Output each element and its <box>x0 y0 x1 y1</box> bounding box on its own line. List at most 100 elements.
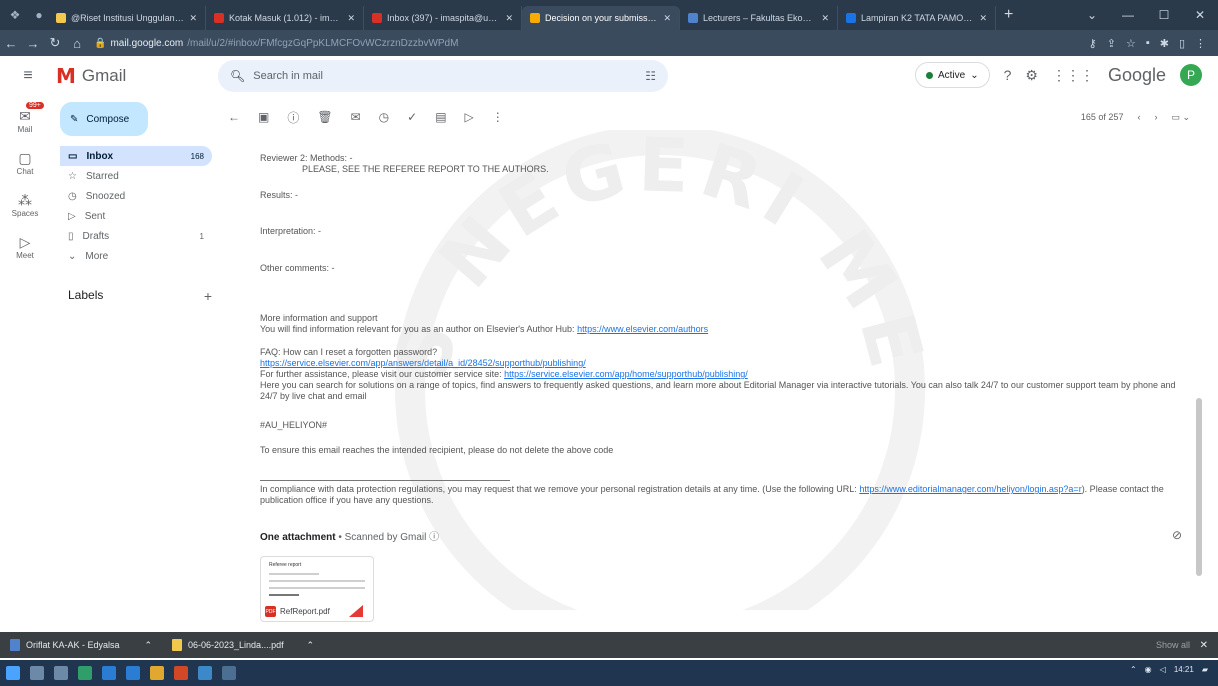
key-icon[interactable]: ⚷ <box>1089 37 1097 50</box>
sidebar-item-drafts[interactable]: ▯ Drafts 1 <box>60 226 212 246</box>
forward-button[interactable]: → <box>22 36 44 51</box>
google-wordmark[interactable]: Google <box>1108 65 1166 86</box>
create-label-icon[interactable]: + <box>204 288 212 304</box>
tray-chevron-icon[interactable]: ⌃ <box>1130 665 1137 674</box>
profile-menu-icon[interactable]: ⋮ <box>1195 37 1206 50</box>
label-icon[interactable]: ▷ <box>465 110 474 124</box>
browser-tab[interactable]: Lecturers – Fakultas Ekonomi da ✕ <box>680 6 838 30</box>
browser-tab[interactable]: Inbox (397) - imaspita@unimed. ✕ <box>364 6 522 30</box>
bookmark-star-icon[interactable]: ☆ <box>1126 37 1136 50</box>
gmail-logo[interactable]: M Gmail <box>56 64 214 88</box>
download-item[interactable]: 06-06-2023_Linda....pdf ⌃ <box>162 639 324 651</box>
archive-icon[interactable]: ▣ <box>258 110 269 124</box>
back-history-icon[interactable]: ❖ <box>6 6 24 24</box>
add-task-icon[interactable]: ✓ <box>407 110 417 124</box>
maximize-button[interactable]: ☐ <box>1146 8 1182 22</box>
tab-close-icon[interactable]: ✕ <box>979 13 987 24</box>
close-shelf-icon[interactable]: ✕ <box>1200 640 1208 651</box>
show-all-button[interactable]: Show all <box>1156 640 1190 650</box>
volume-icon[interactable]: ◁ <box>1160 665 1166 674</box>
status-dropdown[interactable]: Active ⌄ <box>914 62 990 88</box>
puzzle-icon[interactable]: ✱ <box>1160 37 1169 50</box>
add-to-drive-icon[interactable]: ⊘ <box>1172 528 1182 542</box>
preview-title: Referee report <box>269 562 302 568</box>
hub-link[interactable]: https://www.elsevier.com/authors <box>577 324 708 334</box>
app-rail: ✉ Mail 99+ ▢ Chat ⁂ Spaces ▷ Meet <box>0 100 50 268</box>
search-taskbar-icon[interactable] <box>30 666 44 680</box>
gmail-header: ≡ M Gmail 🔍︎ Search in mail ☷ Active ⌄ ?… <box>0 56 1218 96</box>
older-chevron-icon[interactable]: › <box>1154 112 1157 122</box>
search-input[interactable]: Search in mail <box>253 70 637 82</box>
app-icon[interactable] <box>102 666 116 680</box>
sidebar-item-more[interactable]: ⌄ More <box>60 246 212 266</box>
rail-item-chat[interactable]: ▢ Chat <box>0 142 50 184</box>
app-icon[interactable] <box>174 666 188 680</box>
more-options-icon[interactable]: ⋮ <box>492 110 504 124</box>
scanned-note: • Scanned by Gmail ⓘ <box>335 532 440 543</box>
back-arrow-icon[interactable]: ← <box>228 110 240 124</box>
tab-close-icon[interactable]: ✕ <box>347 13 355 24</box>
share-icon[interactable]: ⇪ <box>1107 37 1116 50</box>
sidebar-item-sent[interactable]: ▷ Sent <box>60 206 212 226</box>
extension-icon[interactable]: ▪ <box>1146 37 1150 50</box>
app-icon[interactable] <box>126 666 140 680</box>
sidebar-item-starred[interactable]: ☆ Starred <box>60 166 212 186</box>
avatar[interactable]: P <box>1180 64 1202 86</box>
start-icon[interactable] <box>6 666 20 680</box>
chrome-icon[interactable] <box>198 666 212 680</box>
apps-grid-icon[interactable]: ⋮⋮⋮ <box>1052 67 1094 84</box>
input-tools-icon[interactable]: ▭ ⌄ <box>1171 112 1190 123</box>
browser-tab[interactable]: Decision on your submission HEL ✕ <box>522 6 680 30</box>
main-menu-icon[interactable]: ≡ <box>0 67 56 85</box>
help-icon[interactable]: ? <box>1004 67 1012 83</box>
reload-button[interactable]: ↻ <box>44 35 66 51</box>
download-item[interactable]: Oriflat KA-AK - Edyalsa ⌃ <box>0 639 162 651</box>
delete-icon[interactable]: 🗑︎ <box>317 110 332 124</box>
report-spam-icon[interactable]: ⓘ <box>287 109 299 126</box>
tab-close-icon[interactable]: ✕ <box>505 13 513 24</box>
profile-icon[interactable]: ● <box>30 6 48 24</box>
tab-search-icon[interactable]: ⌄ <box>1074 8 1110 22</box>
compose-button[interactable]: ✎ Compose <box>60 102 148 136</box>
notification-icon[interactable]: ▰ <box>1202 665 1208 674</box>
browser-tab[interactable]: Kotak Masuk (1.012) - imaspita@ ✕ <box>206 6 364 30</box>
minimize-button[interactable]: — <box>1110 8 1146 22</box>
compliance-link[interactable]: https://www.editorialmanager.com/heliyon… <box>859 484 1081 494</box>
sidepanel-icon[interactable]: ▯ <box>1179 37 1185 50</box>
chevron-up-icon[interactable]: ⌃ <box>306 640 314 651</box>
chevron-up-icon[interactable]: ⌃ <box>144 640 152 651</box>
tab-close-icon[interactable]: ✕ <box>663 13 671 24</box>
taskview-icon[interactable] <box>54 666 68 680</box>
sidebar-item-inbox[interactable]: ▭ Inbox 168 <box>60 146 212 166</box>
tab-close-icon[interactable]: ✕ <box>189 13 197 24</box>
close-window-button[interactable]: ✕ <box>1182 8 1218 22</box>
search-icon[interactable]: 🔍︎ <box>230 69 245 83</box>
newer-chevron-icon[interactable]: ‹ <box>1137 112 1140 122</box>
move-to-icon[interactable]: ▤ <box>435 110 446 124</box>
faq-link[interactable]: https://service.elsevier.com/app/answers… <box>260 358 586 368</box>
back-button[interactable]: ← <box>0 36 22 51</box>
mark-unread-icon[interactable]: ✉ <box>351 110 361 124</box>
app-icon[interactable] <box>78 666 92 680</box>
rail-item-mail[interactable]: ✉ Mail 99+ <box>0 100 50 142</box>
browser-tab[interactable]: Lampiran K2 TATA PAMONG, TA ✕ <box>838 6 996 30</box>
new-tab-button[interactable]: + <box>1004 6 1013 24</box>
message-scrollbar[interactable] <box>1196 398 1202 576</box>
app-icon[interactable] <box>150 666 164 680</box>
snooze-icon[interactable]: ◷ <box>379 110 389 124</box>
network-icon[interactable]: ◉ <box>1145 665 1152 674</box>
rail-item-spaces[interactable]: ⁂ Spaces <box>0 184 50 226</box>
app-icon[interactable] <box>222 666 236 680</box>
search-options-icon[interactable]: ☷ <box>645 69 656 83</box>
url-field[interactable]: 🔒 mail.google.com/mail/u/2/#inbox/FMfcgz… <box>94 33 1089 53</box>
browser-tab[interactable]: @Riset Institusi Unggulan_2023 ✕ <box>48 6 206 30</box>
home-button[interactable]: ⌂ <box>66 36 88 51</box>
tab-close-icon[interactable]: ✕ <box>821 13 829 24</box>
assist-link[interactable]: https://service.elsevier.com/app/home/su… <box>504 369 748 379</box>
search-bar[interactable]: 🔍︎ Search in mail ☷ <box>218 60 668 92</box>
sidebar-item-snoozed[interactable]: ◷ Snoozed <box>60 186 212 206</box>
rail-item-meet[interactable]: ▷ Meet <box>0 226 50 268</box>
attachment-card[interactable]: Referee report PDF RefReport.pdf <box>260 556 374 622</box>
clock[interactable]: 14:21 <box>1174 665 1194 674</box>
settings-gear-icon[interactable]: ⚙ <box>1025 67 1038 84</box>
